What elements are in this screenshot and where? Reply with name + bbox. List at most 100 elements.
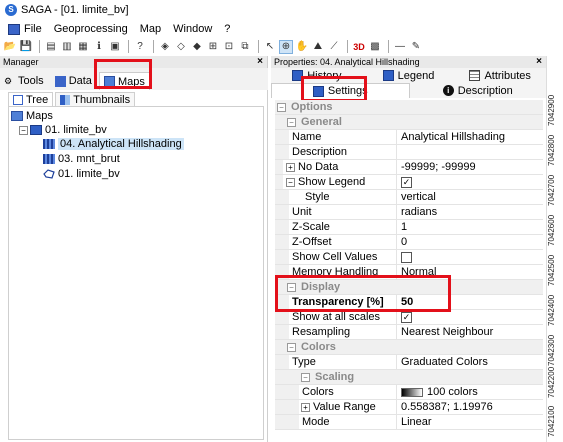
3d-view-icon[interactable]: 3D [352,40,366,54]
zoom-tool-icon[interactable]: ⊕ [279,39,293,54]
category-options[interactable]: − Options [275,100,543,115]
property-row-value-range[interactable]: + Value Range 0.558387; 1.19976 [275,400,543,415]
property-row-show-all-scales[interactable]: Show at all scales ✓ [275,310,543,325]
property-row-name[interactable]: Name Analytical Hillshading [275,130,543,145]
property-value[interactable]: Nearest Neighbour [397,325,543,339]
collapse-icon[interactable]: − [301,372,310,382]
collapse-icon[interactable]: − [287,117,296,127]
collapse-icon[interactable]: − [287,342,296,352]
zoom-back-icon[interactable]: ◇ [174,40,188,54]
property-row-style[interactable]: Style vertical [275,190,543,205]
tree-root-maps[interactable]: Maps [11,109,53,123]
zoom-selection-icon[interactable]: ⊡ [222,40,236,54]
zoom-full-icon[interactable]: ◈ [158,40,172,54]
manager-window-icon[interactable]: ▤ [44,40,58,54]
property-row-type[interactable]: Type Graduated Colors [275,355,543,370]
property-value-wrap [397,250,543,264]
select-cursor-icon[interactable]: ↖ [263,40,277,54]
property-row-zscale[interactable]: Z-Scale 1 [275,220,543,235]
profile-icon[interactable]: ⛰ [311,40,325,54]
menu-geoprocessing[interactable]: Geoprocessing [54,23,128,35]
property-value-wrap[interactable]: 100 colors [397,385,543,399]
pan-hand-icon[interactable]: ✋ [295,40,309,54]
property-value[interactable]: radians [397,205,543,219]
tab-legend[interactable]: Legend [363,68,455,83]
property-value[interactable]: 1 [397,220,543,234]
data-source-icon[interactable]: ▦ [76,40,90,54]
property-value[interactable]: Analytical Hillshading [397,130,543,144]
show-cell-values-checkbox[interactable] [401,251,412,263]
property-value[interactable]: 0 [397,235,543,249]
property-row-resampling[interactable]: Resampling Nearest Neighbour [275,325,543,340]
properties-window-icon[interactable]: ▥ [60,40,74,54]
manager-title: Manager [3,57,39,67]
property-row-description[interactable]: Description [275,145,543,160]
title-bar: S SAGA - [01. limite_bv] [0,0,563,20]
menu-window[interactable]: Window [173,23,212,35]
property-row-colors[interactable]: Colors 100 colors [275,385,543,400]
property-value-wrap: ✓ [397,175,543,189]
property-row-show-legend[interactable]: − Show Legend ✓ [275,175,543,190]
tree-root-label: Maps [26,110,53,122]
collapse-icon[interactable]: − [277,102,286,112]
tab-tools[interactable]: ⚙ Tools [0,72,48,90]
property-row-mode[interactable]: Mode Linear [275,415,543,430]
tab-data[interactable]: Data [51,72,96,90]
zoom-forward-icon[interactable]: ◆ [190,40,204,54]
show-all-scales-checkbox[interactable]: ✓ [401,311,412,323]
help-icon[interactable]: ? [133,40,147,54]
open-folder-icon[interactable]: 📂 [3,40,17,54]
manager-close-icon[interactable]: × [257,56,263,68]
property-label: Z-Scale [289,220,397,234]
menu-help[interactable]: ? [224,23,230,35]
property-value[interactable]: vertical [397,190,543,204]
axis-tick-label: 7042500 [547,254,556,286]
row-gutter [275,400,299,414]
property-row-unit[interactable]: Unit radians [275,205,543,220]
category-general[interactable]: − General [275,115,543,130]
tab-thumbnails[interactable]: Thumbnails [55,92,136,107]
tree-map-node[interactable]: − 01. limite_bv [19,123,107,137]
property-value[interactable]: 0.558387; 1.19976 [397,400,543,414]
show-legend-checkbox[interactable]: ✓ [401,176,412,188]
property-row-zoffset[interactable]: Z-Offset 0 [275,235,543,250]
collapse-icon[interactable]: − [19,125,28,135]
toolbar-separator [39,40,40,53]
category-scaling[interactable]: − Scaling [275,370,543,385]
line-tool-icon[interactable]: — [393,40,407,54]
tab-attributes[interactable]: Attributes [454,68,546,83]
tree-layer-limite-bv[interactable]: 01. limite_bv [43,167,120,181]
zoom-active-icon[interactable]: ⊞ [206,40,220,54]
property-value[interactable]: -99999; -99999 [397,160,543,174]
property-row-show-cell-values[interactable]: Show Cell Values [275,250,543,265]
info-icon[interactable]: ℹ [92,40,106,54]
properties-close-icon[interactable]: × [536,56,542,68]
layout-icon[interactable]: ▩ [368,40,382,54]
synchronize-icon[interactable]: ⧉ [238,40,252,54]
tab-data-label: Data [68,75,92,87]
tab-description[interactable]: i Description [410,83,547,98]
property-value[interactable]: Linear [397,415,543,429]
tree-layer-mnt-brut[interactable]: 03. mnt_brut [43,152,120,166]
measure-icon[interactable]: ⟋ [327,40,341,54]
menu-map[interactable]: Map [140,23,161,35]
property-value[interactable] [397,145,543,159]
row-gutter [275,415,299,429]
expand-icon[interactable]: + [286,162,295,172]
property-value[interactable]: Graduated Colors [397,355,543,369]
menu-file[interactable]: File [24,23,42,35]
row-gutter [275,310,289,324]
tab-tree[interactable]: Tree [8,92,54,107]
expand-icon[interactable]: + [301,402,310,412]
legend-icon [382,70,394,81]
property-row-nodata[interactable]: + No Data -99999; -99999 [275,160,543,175]
tree-layer-hillshading[interactable]: 04. Analytical Hillshading [43,137,184,151]
row-gutter [275,130,289,144]
category-colors[interactable]: − Colors [275,340,543,355]
property-label: No Data [298,161,339,173]
pen-icon[interactable]: ✎ [409,40,423,54]
collapse-icon[interactable]: − [286,177,295,187]
property-grid: − Options − General Name Analytical Hill… [275,100,543,430]
messages-icon[interactable]: ▣ [108,40,122,54]
save-icon[interactable]: 💾 [19,40,33,54]
